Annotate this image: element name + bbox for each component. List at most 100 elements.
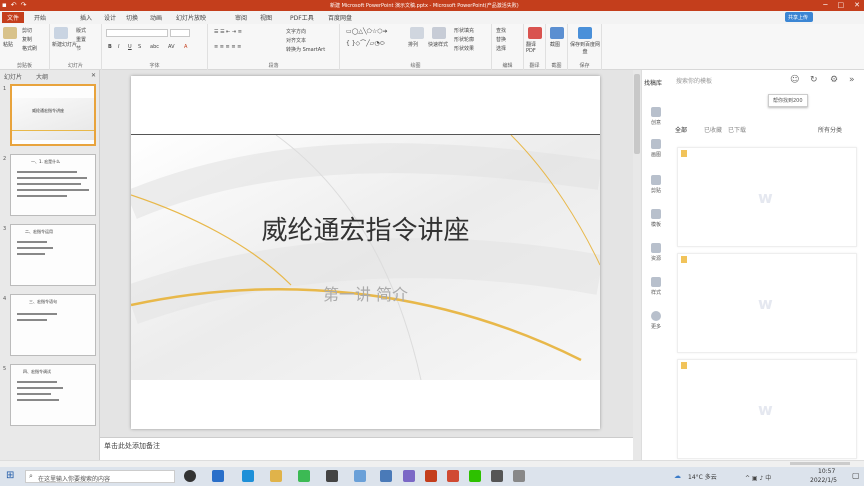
taskbar-search-input[interactable]: 在这里输入你要搜索的内容 <box>25 470 175 483</box>
copy-button[interactable]: 复制 <box>22 36 32 43</box>
filter-all-categories[interactable]: 所有分类 <box>818 125 842 134</box>
clock-date[interactable]: 2022/1/5 <box>810 477 837 484</box>
store-icon[interactable] <box>326 470 338 482</box>
font-size-select[interactable] <box>170 29 190 37</box>
minimize-icon[interactable]: ─ <box>823 1 827 9</box>
share-upload-button[interactable]: 共享上传 <box>785 12 813 22</box>
save-to-netdisk-button[interactable]: 保存到百度网盘 <box>570 41 600 55</box>
new-slide-icon[interactable] <box>54 27 68 39</box>
slide-thumbnail-2[interactable]: 一、1. 宏是什么 <box>10 154 96 216</box>
app-icon[interactable] <box>513 470 525 482</box>
paste-button[interactable]: 粘贴 <box>3 41 13 48</box>
italic-icon[interactable]: I <box>118 44 119 50</box>
collapse-icon[interactable]: » <box>849 75 855 85</box>
strikethrough-icon[interactable]: abc <box>150 44 159 50</box>
format-painter-button[interactable]: 格式刷 <box>22 45 37 52</box>
select-button[interactable]: 选择 <box>496 45 506 52</box>
shape-outline-button[interactable]: 形状轮廓 <box>454 36 474 43</box>
settings-icon[interactable]: ⚙ <box>830 75 838 85</box>
nav-item-drawing[interactable]: 画图 <box>649 139 663 158</box>
zoom-slider[interactable] <box>790 462 850 465</box>
scrollbar-thumb[interactable] <box>634 74 640 154</box>
tab-transitions[interactable]: 切换 <box>126 13 138 22</box>
font-color-icon[interactable]: A <box>184 44 187 50</box>
cloud-save-icon[interactable] <box>578 27 592 39</box>
notes-pane[interactable]: 单击此处添加备注 <box>100 437 633 460</box>
undo-icon[interactable]: ↶ <box>11 1 17 9</box>
translate-pdf-button[interactable]: 翻译PDF <box>526 41 544 54</box>
app-icon[interactable] <box>380 470 392 482</box>
font-family-select[interactable] <box>106 29 168 37</box>
shape-effects-button[interactable]: 形状效果 <box>454 45 474 52</box>
panel-search-input[interactable]: 搜索你的模板 <box>676 76 712 85</box>
tab-insert[interactable]: 插入 <box>80 13 92 22</box>
shapes-gallery-row2[interactable]: { }◇⌒╱▱◔⬭ <box>346 38 385 48</box>
slide-title[interactable]: 威纶通宏指令讲座 <box>131 210 600 247</box>
tab-animations[interactable]: 动画 <box>150 13 162 22</box>
align-icons[interactable]: ≡ ≡ ≡ ≡ ≡ <box>214 44 241 50</box>
app-icon[interactable] <box>212 470 224 482</box>
tab-view[interactable]: 视图 <box>260 13 272 22</box>
slide-thumbnail-3[interactable]: 二、宏指令运用 <box>10 224 96 286</box>
filter-all[interactable]: 全部 <box>675 125 687 134</box>
slide-subtitle[interactable]: 第一讲 简介 <box>131 281 600 305</box>
tab-slideshow[interactable]: 幻灯片放映 <box>176 13 206 22</box>
arrange-icon[interactable] <box>410 27 424 39</box>
redo-icon[interactable]: ↷ <box>21 1 27 9</box>
new-slide-button[interactable]: 新建幻灯片 <box>52 41 77 48</box>
quick-styles-icon[interactable] <box>432 27 446 39</box>
quick-styles-button[interactable]: 快速样式 <box>428 41 448 48</box>
screenshot-button[interactable]: 截图 <box>550 41 560 48</box>
text-direction-button[interactable]: 文字方向 <box>286 28 306 35</box>
section-button[interactable]: 节 <box>76 45 81 52</box>
notification-icon[interactable]: ▢ <box>852 471 860 480</box>
tab-pdf-tools[interactable]: PDF工具 <box>290 13 314 22</box>
paste-icon[interactable] <box>3 27 17 39</box>
current-slide[interactable]: 威纶通宏指令讲座 第一讲 简介 <box>131 76 600 429</box>
slide-thumbnail-4[interactable]: 三、宏指令语句 <box>10 294 96 356</box>
filter-downloaded[interactable]: 已下载 <box>728 125 746 134</box>
slide-thumbnail-5[interactable]: 四、宏指令调试 <box>10 364 96 426</box>
weather-text[interactable]: 14°C 多云 <box>688 472 717 481</box>
bold-icon[interactable]: B <box>108 44 112 50</box>
task-view-icon[interactable] <box>184 470 196 482</box>
nav-item-template[interactable]: 模板 <box>649 209 663 228</box>
tab-outline-pane[interactable]: 大纲 <box>36 72 48 81</box>
tab-baidu-netdisk[interactable]: 百度网盘 <box>328 13 352 22</box>
template-card[interactable]: w <box>677 359 857 459</box>
powerpoint-taskbar-icon[interactable] <box>447 470 459 482</box>
clock-time[interactable]: 10:57 <box>818 468 835 475</box>
shape-fill-button[interactable]: 形状填充 <box>454 27 474 34</box>
nav-item-more[interactable]: 更多 <box>649 311 663 330</box>
maximize-icon[interactable]: □ <box>838 1 845 9</box>
vertical-scrollbar[interactable] <box>633 70 641 460</box>
replace-button[interactable]: 替换 <box>496 36 506 43</box>
nav-item-creative[interactable]: 创意 <box>649 107 663 126</box>
smile-icon[interactable]: ☺ <box>790 75 799 85</box>
file-explorer-icon[interactable] <box>270 470 282 482</box>
wechat-icon[interactable] <box>469 470 481 482</box>
tray-icons[interactable]: ^ ▣ ♪ 中 <box>745 473 771 482</box>
tool-icon[interactable] <box>354 470 366 482</box>
find-button[interactable]: 查找 <box>496 27 506 34</box>
filter-favorites[interactable]: 已收藏 <box>704 125 722 134</box>
screenshot-icon[interactable] <box>550 27 564 39</box>
chrome-icon[interactable] <box>298 470 310 482</box>
save-icon[interactable]: ▪ <box>2 1 7 9</box>
tab-home[interactable]: 开始 <box>34 13 46 22</box>
bullets-icon[interactable]: ☰ ☰ ⇤ ⇥ ≡ <box>214 29 242 35</box>
arrange-button[interactable]: 排列 <box>408 41 418 48</box>
weather-icon[interactable]: ☁ <box>674 472 681 480</box>
nav-item-style[interactable]: 样式 <box>649 277 663 296</box>
tab-slides-pane[interactable]: 幻灯片 <box>4 72 22 81</box>
powerpoint-icon[interactable] <box>425 470 437 482</box>
layout-button[interactable]: 版式 <box>76 27 86 34</box>
convert-smartart-button[interactable]: 转换为 SmartArt <box>286 46 325 53</box>
shapes-gallery[interactable]: ▭◯△╲⬠☆⬡➔ <box>346 28 387 35</box>
app-icon[interactable] <box>491 470 503 482</box>
nav-item-clip[interactable]: 剪贴 <box>649 175 663 194</box>
reset-button[interactable]: 重置 <box>76 36 86 43</box>
slide-editor[interactable]: 威纶通宏指令讲座 第一讲 简介 <box>100 70 633 437</box>
nav-item-resource[interactable]: 资源 <box>649 243 663 262</box>
tab-review[interactable]: 审阅 <box>235 13 247 22</box>
